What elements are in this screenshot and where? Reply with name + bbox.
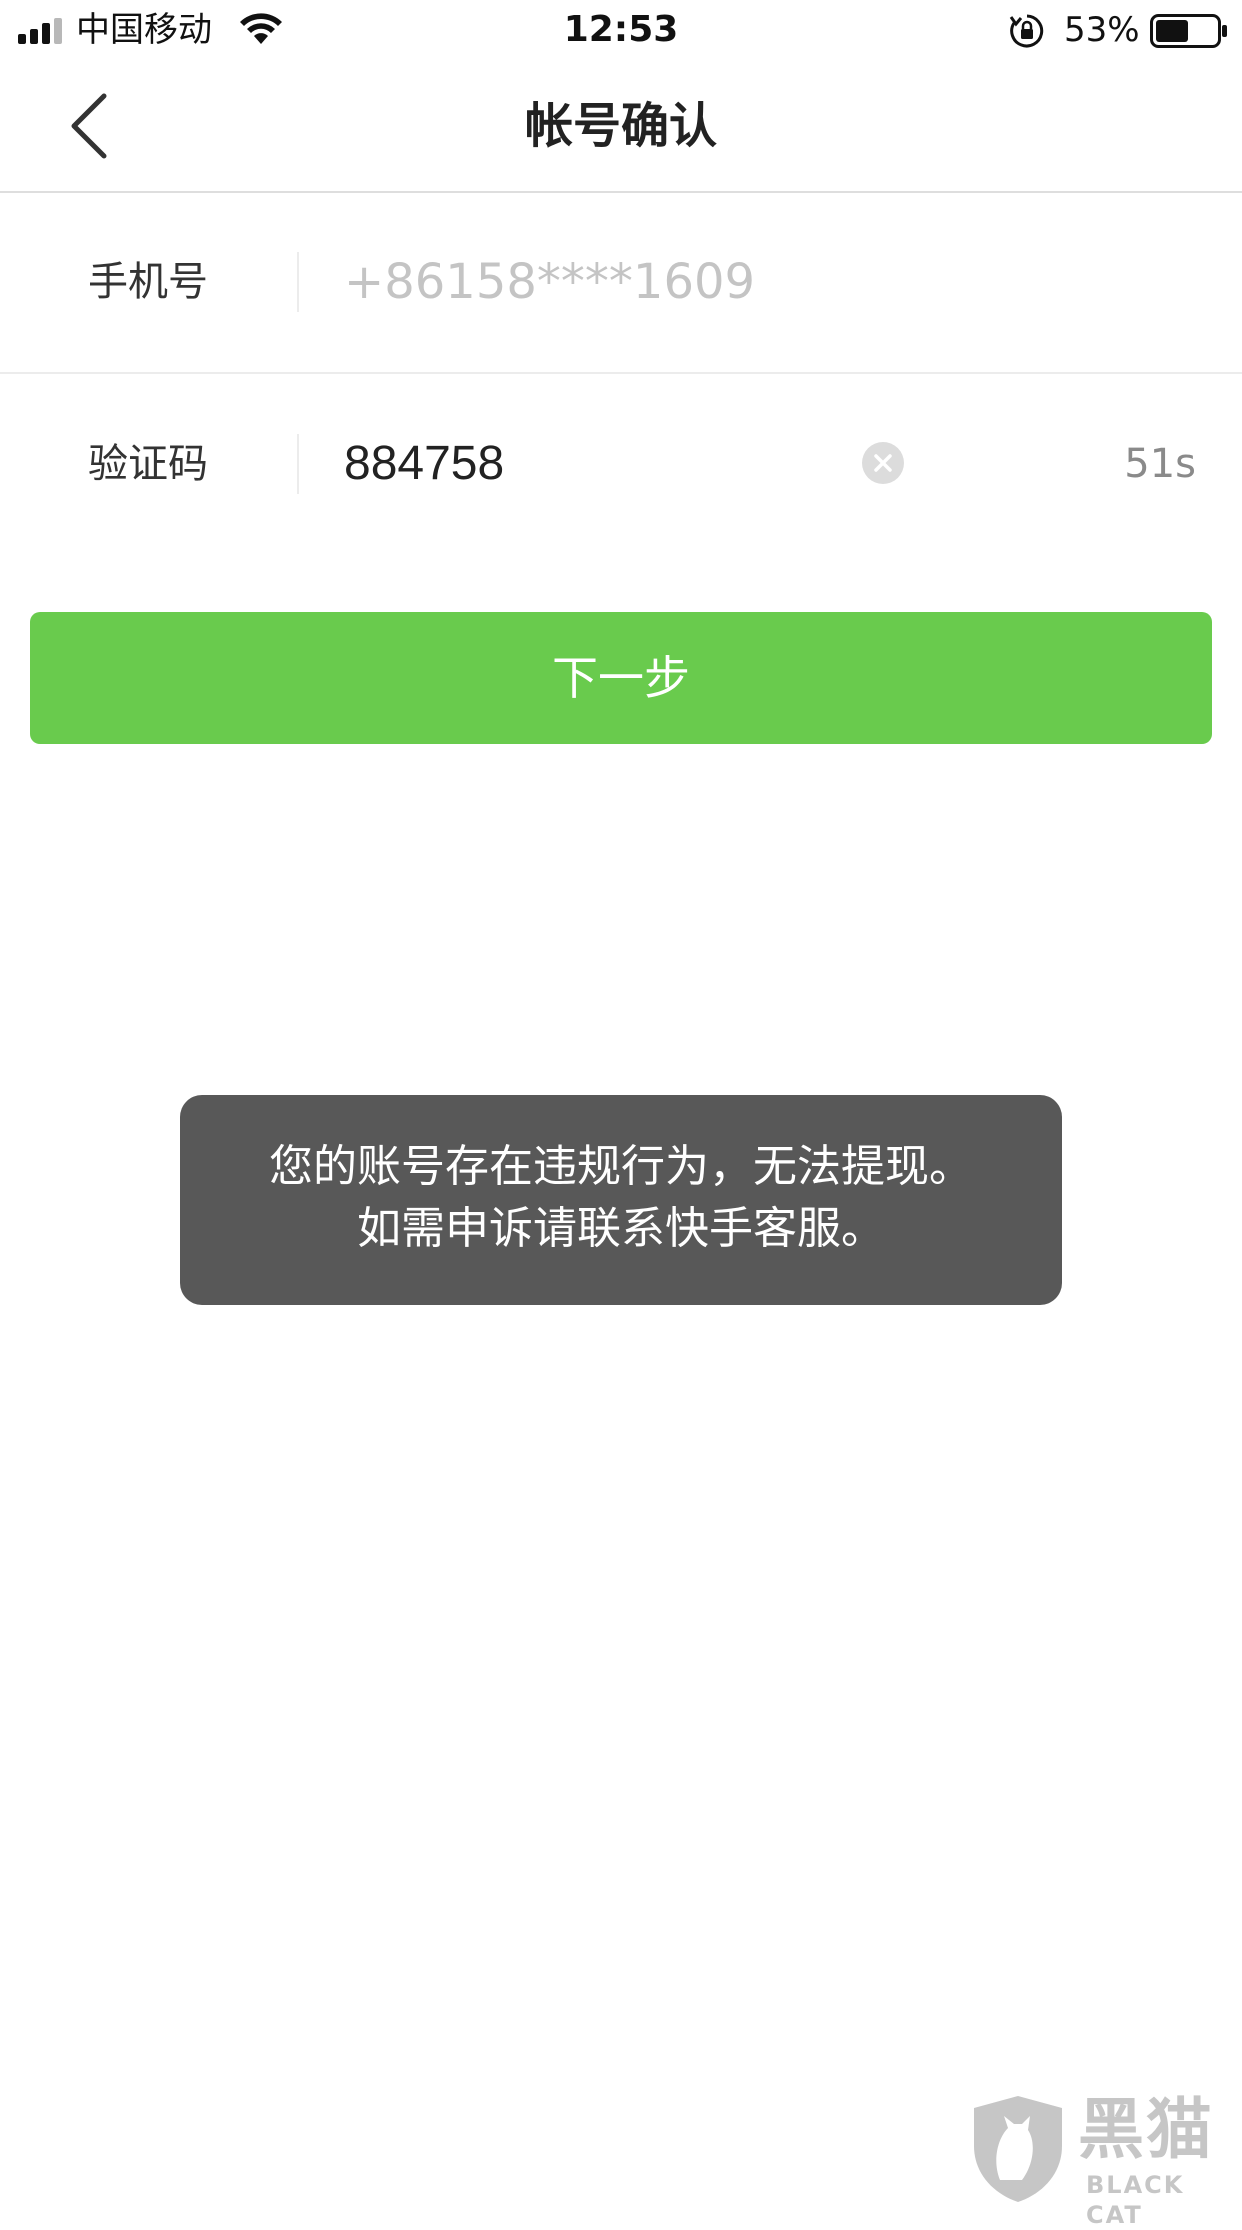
watermark-en: BLACK CAT [1086,2171,1185,2229]
wifi-icon [240,13,282,44]
toast-line-2: 如需申诉请联系快手客服。 [357,1203,885,1254]
status-bar: 中国移动 12:53 53% [0,0,1242,60]
page-title: 帐号确认 [524,98,717,154]
nav-bar: 帐号确认 [0,60,1242,193]
cellular-signal-icon [18,18,62,44]
watermark-cn: 黑猫 [1078,2091,1214,2168]
verification-code-input[interactable] [344,426,824,500]
verification-code-row: 验证码 51s [0,374,1242,554]
rotation-lock-icon [1009,14,1044,48]
battery-percentage: 53% [1064,10,1140,50]
battery-icon [1150,14,1227,48]
toast-line-1: 您的账号存在违规行为，无法提现。 [269,1141,973,1192]
phone-label: 手机号 [88,259,208,305]
clear-circle-icon[interactable] [861,441,905,485]
field-divider [297,434,299,494]
resend-countdown: 51s [1124,441,1196,487]
carrier-name: 中国移动 [76,10,212,50]
next-button[interactable]: 下一步 [30,612,1212,744]
field-divider [297,252,299,312]
phone-number-value: +86158****1609 [344,254,756,310]
verification-code-label: 验证码 [88,441,208,487]
watermark: 黑猫 BLACK CAT [970,2088,1242,2229]
cat-shield-logo-icon [974,2096,1062,2202]
phone-row: 手机号 +86158****1609 [0,192,1242,374]
toast-message: 您的账号存在违规行为，无法提现。 如需申诉请联系快手客服。 [180,1095,1062,1305]
